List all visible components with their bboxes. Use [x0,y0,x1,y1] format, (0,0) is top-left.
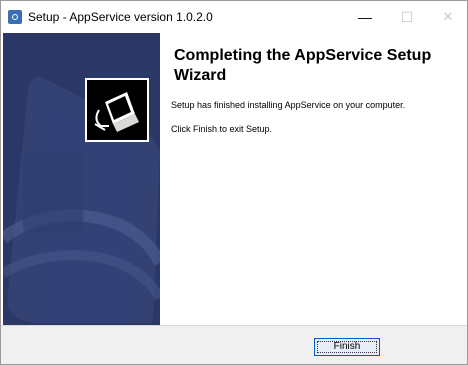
page-title: Completing the AppService Setup Wizard [174,47,432,84]
setup-app-icon [8,10,22,24]
setup-window: Setup - AppService version 1.0.2.0 — ☐ ✕… [0,0,468,365]
window-title: Setup - AppService version 1.0.2.0 [28,10,213,24]
title-bar[interactable]: Setup - AppService version 1.0.2.0 — ☐ ✕ [1,1,467,32]
wizard-content: Completing the AppService Setup Wizard S… [160,33,467,325]
maximize-button: ☐ [400,9,414,25]
minimize-button[interactable]: — [352,7,378,27]
sidebar-graphic [3,76,160,323]
installer-computer-icon [85,78,149,142]
close-button: ✕ [442,9,454,24]
instruction-text: Click Finish to exit Setup. [171,124,273,134]
focus-rect [317,341,377,353]
wizard-sidebar-image [3,33,160,325]
button-bar: Finish [1,325,467,364]
finish-button[interactable]: Finish [314,338,380,356]
status-text: Setup has finished installing AppService… [171,100,406,110]
